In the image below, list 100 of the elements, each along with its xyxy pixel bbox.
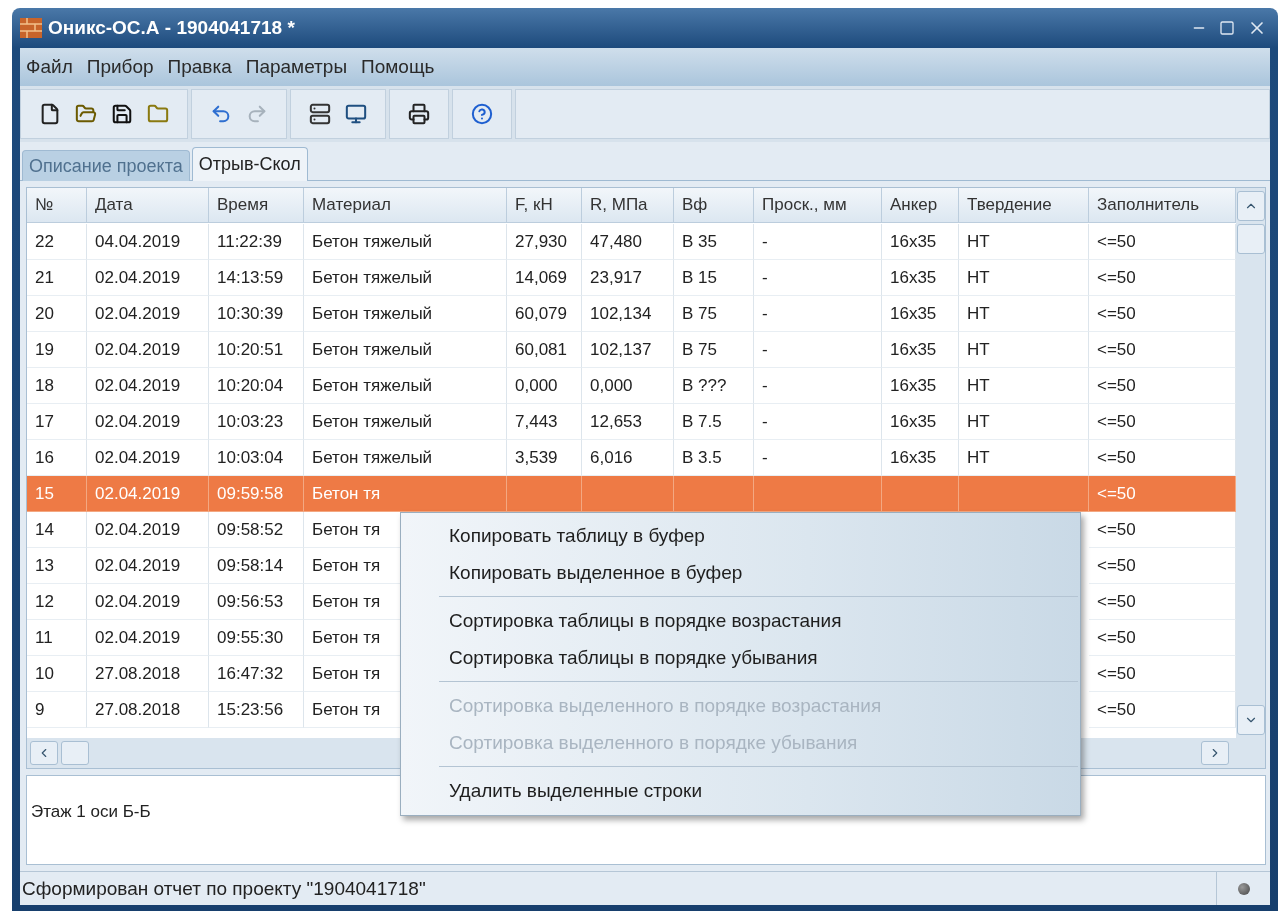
table-cell: 02.04.2019 [87, 332, 209, 368]
table-cell: 09:58:52 [209, 512, 304, 548]
table-cell: <=50 [1089, 692, 1236, 728]
table-cell: НТ [959, 404, 1089, 440]
table-cell: 10:03:23 [209, 404, 304, 440]
table-cell: <=50 [1089, 656, 1236, 692]
table-cell: НТ [959, 368, 1089, 404]
table-cell: Бетон тяжелый [304, 224, 507, 260]
table-cell: 22 [27, 224, 87, 260]
table-cell: 14:13:59 [209, 260, 304, 296]
table-cell: 27.08.2018 [87, 656, 209, 692]
table-cell: - [754, 332, 882, 368]
table-cell: 21 [27, 260, 87, 296]
table-cell: 17 [27, 404, 87, 440]
table-cell: 10 [27, 656, 87, 692]
table-cell: 15 [27, 476, 87, 512]
table-cell: 60,081 [507, 332, 582, 368]
table-cell: 02.04.2019 [87, 368, 209, 404]
table-cell: В 3.5 [674, 440, 754, 476]
table-cell: 16x35 [882, 368, 959, 404]
table-cell: Бетон тя [304, 476, 507, 512]
table-cell: - [754, 440, 882, 476]
table-cell: 16x35 [882, 260, 959, 296]
table-cell: 15:23:56 [209, 692, 304, 728]
table-cell: 47,480 [582, 224, 674, 260]
table-cell: В 35 [674, 224, 754, 260]
table-cell: 09:59:58 [209, 476, 304, 512]
table-cell: 16x35 [882, 296, 959, 332]
table-cell: <=50 [1089, 368, 1236, 404]
table-cell: 102,137 [582, 332, 674, 368]
table-cell: 12 [27, 584, 87, 620]
table-cell: НТ [959, 440, 1089, 476]
table-cell: - [754, 296, 882, 332]
table-cell: НТ [959, 296, 1089, 332]
table-cell: Бетон тяжелый [304, 260, 507, 296]
table-cell: 13 [27, 548, 87, 584]
table-cell: 02.04.2019 [87, 584, 209, 620]
table-cell: 27.08.2018 [87, 692, 209, 728]
table-cell: - [754, 404, 882, 440]
table-cell: 16x35 [882, 224, 959, 260]
table-cell: 02.04.2019 [87, 548, 209, 584]
table-cell: <=50 [1089, 440, 1236, 476]
table-cell: 16x35 [882, 332, 959, 368]
table-cell: 11 [27, 620, 87, 656]
table-cell: 14,069 [507, 260, 582, 296]
table-cell: НТ [959, 332, 1089, 368]
table-cell: В ??? [674, 368, 754, 404]
table-cell: <=50 [1089, 476, 1236, 512]
table-cell: 10:20:51 [209, 332, 304, 368]
table-cell: 10:20:04 [209, 368, 304, 404]
table-cell: Бетон тяжелый [304, 404, 507, 440]
table-cell: НТ [959, 260, 1089, 296]
table-cell: <=50 [1089, 584, 1236, 620]
table-cell: 09:56:53 [209, 584, 304, 620]
table-cell: <=50 [1089, 548, 1236, 584]
status-text: Сформирован отчет по проекту "1904041718" [21, 877, 427, 900]
table-cell: В 15 [674, 260, 754, 296]
table-cell: 7,443 [507, 404, 582, 440]
table-cell: 02.04.2019 [87, 404, 209, 440]
table-cell: 102,134 [582, 296, 674, 332]
table-cell: НТ [959, 224, 1089, 260]
table-cell: <=50 [1089, 224, 1236, 260]
table-cell: 23,917 [582, 260, 674, 296]
table-cell: В 75 [674, 332, 754, 368]
table-cell: 16:47:32 [209, 656, 304, 692]
table-cell: Бетон тяжелый [304, 332, 507, 368]
table-cell: 9 [27, 692, 87, 728]
table-cell: 27,930 [507, 224, 582, 260]
table-cell: 12,653 [582, 404, 674, 440]
window-title: Оникс-ОС.А - 1904041718 * [48, 17, 296, 39]
table-cell: 02.04.2019 [87, 260, 209, 296]
table-cell: 02.04.2019 [87, 476, 209, 512]
table-cell: 10:03:04 [209, 440, 304, 476]
table-cell: <=50 [1089, 512, 1236, 548]
table-cell: 6,016 [582, 440, 674, 476]
table-cell: 19 [27, 332, 87, 368]
table-cell: Бетон тяжелый [304, 440, 507, 476]
table-cell: 16x35 [882, 440, 959, 476]
table-cell: 20 [27, 296, 87, 332]
table-cell: <=50 [1089, 260, 1236, 296]
table-cell: - [754, 260, 882, 296]
table-cell: <=50 [1089, 620, 1236, 656]
table-cell: 18 [27, 368, 87, 404]
table-cell: 11:22:39 [209, 224, 304, 260]
table-cell: 02.04.2019 [87, 512, 209, 548]
table-cell: 14 [27, 512, 87, 548]
table-cell: 04.04.2019 [87, 224, 209, 260]
table-cell: 09:55:30 [209, 620, 304, 656]
table-cell: 02.04.2019 [87, 440, 209, 476]
table-cell: В 7.5 [674, 404, 754, 440]
table-cell: 10:30:39 [209, 296, 304, 332]
table-cell: - [754, 224, 882, 260]
table-cell: В 75 [674, 296, 754, 332]
table-cell: 16x35 [882, 404, 959, 440]
table-cell: Бетон тяжелый [304, 296, 507, 332]
table-cell: 16 [27, 440, 87, 476]
table-cell: 0,000 [582, 368, 674, 404]
table-cell: <=50 [1089, 296, 1236, 332]
table-cell: 3,539 [507, 440, 582, 476]
table-cell: 09:58:14 [209, 548, 304, 584]
